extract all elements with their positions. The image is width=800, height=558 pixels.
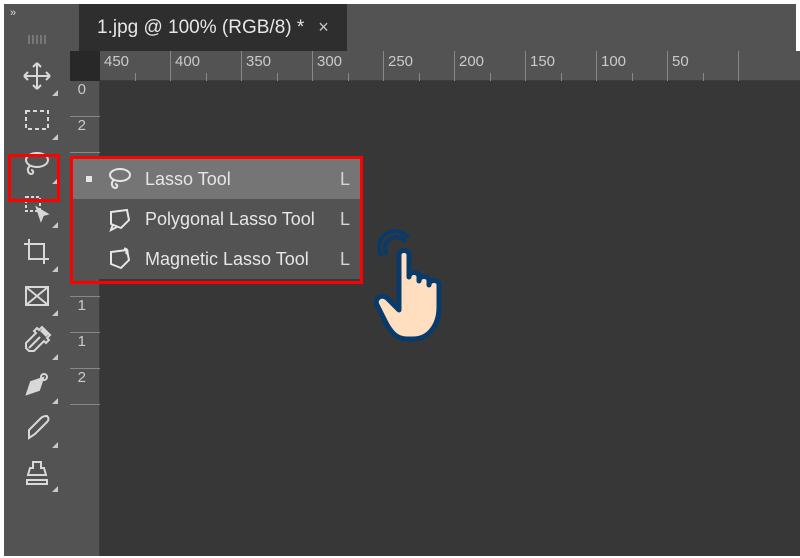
document-tab[interactable]: 1.jpg @ 100% (RGB/8) * ×: [79, 4, 347, 51]
flyout-item-shortcut: L: [332, 169, 350, 190]
polygonal-lasso-icon: [107, 206, 133, 232]
brush-tool[interactable]: [14, 406, 60, 450]
flyout-item-label: Lasso Tool: [145, 169, 320, 190]
eyedropper-tool[interactable]: [14, 318, 60, 362]
panel-gripper[interactable]: [15, 34, 59, 44]
crop-tool[interactable]: [14, 230, 60, 274]
flyout-item-shortcut: L: [332, 249, 350, 270]
lasso-tool[interactable]: [14, 142, 60, 186]
flyout-item-label: Polygonal Lasso Tool: [145, 209, 320, 230]
healing-brush-tool[interactable]: [14, 362, 60, 406]
clone-stamp-tool[interactable]: [14, 450, 60, 494]
expand-panels-icon[interactable]: »: [10, 7, 14, 19]
document-tab-bar: 1.jpg @ 100% (RGB/8) * ×: [79, 4, 799, 51]
flyout-item-lasso[interactable]: Lasso Tool L: [73, 159, 360, 199]
flyout-item-polygonal-lasso[interactable]: Polygonal Lasso Tool L: [73, 199, 360, 239]
magnetic-lasso-icon: [107, 246, 133, 272]
flyout-item-shortcut: L: [332, 209, 350, 230]
lasso-tool-flyout: Lasso Tool L Polygonal Lasso Tool L Magn…: [73, 159, 360, 279]
app-frame: »: [4, 4, 796, 556]
document-tab-title: 1.jpg @ 100% (RGB/8) *: [97, 17, 304, 39]
move-tool[interactable]: [14, 54, 60, 98]
rectangular-marquee-tool[interactable]: [14, 98, 60, 142]
ruler-horizontal[interactable]: 450 400 350 300 250 200 150 100 50: [100, 51, 800, 81]
close-icon[interactable]: ×: [318, 17, 329, 38]
ruler-vertical[interactable]: 0 2 5 7 1 1 1 1 2: [70, 81, 100, 556]
annotation-hand-icon: [369, 229, 469, 339]
flyout-item-magnetic-lasso[interactable]: Magnetic Lasso Tool L: [73, 239, 360, 279]
quick-selection-tool[interactable]: [14, 186, 60, 230]
frame-tool[interactable]: [14, 274, 60, 318]
flyout-item-label: Magnetic Lasso Tool: [145, 249, 320, 270]
active-indicator-icon: [83, 176, 95, 182]
tools-panel: [10, 34, 64, 494]
lasso-icon: [107, 166, 133, 192]
